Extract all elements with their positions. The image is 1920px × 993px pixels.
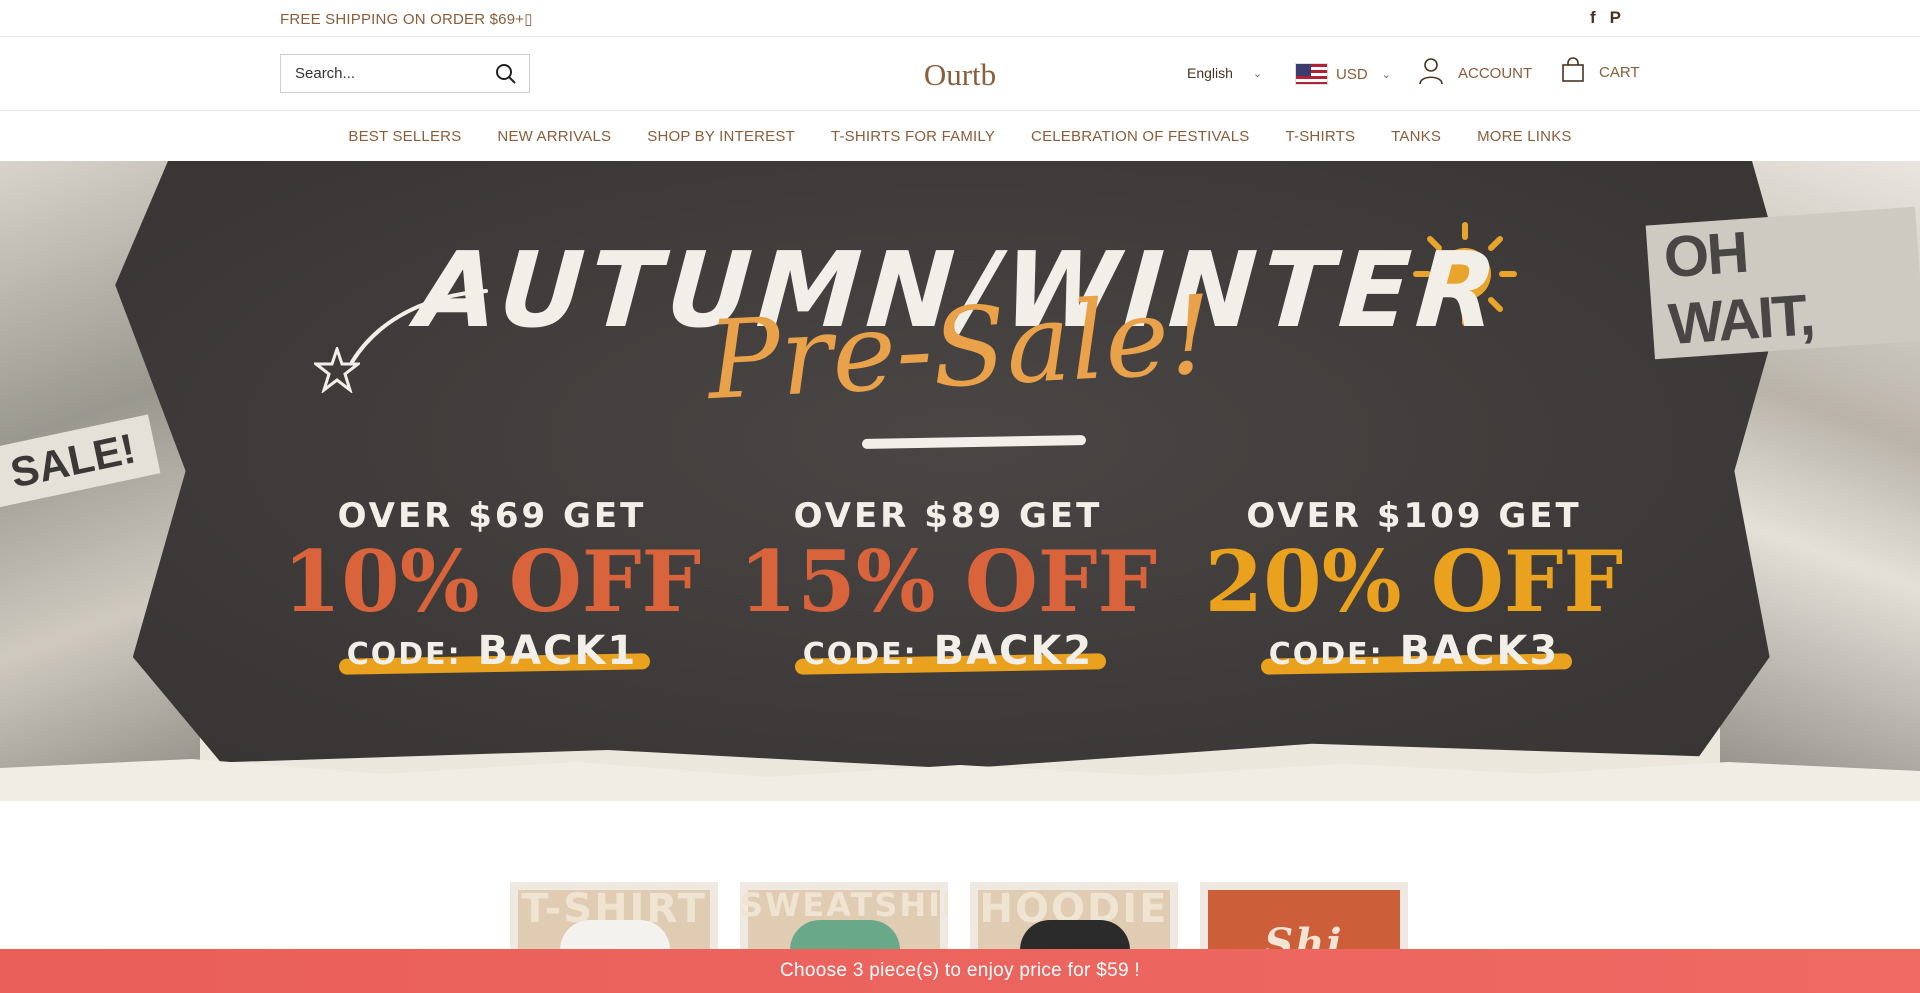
nav-item-celebration-of-festivals[interactable]: CELEBRATION OF FESTIVALS: [1031, 128, 1249, 145]
announcement-bar: FREE SHIPPING ON ORDER $69+▯ f P: [0, 0, 1920, 37]
pinterest-icon[interactable]: P: [1610, 8, 1621, 28]
nav-item-more-links[interactable]: MORE LINKS: [1477, 128, 1572, 145]
chevron-down-icon: ⌄: [1381, 68, 1391, 81]
user-icon: [1418, 57, 1444, 89]
main-nav: BEST SELLERS NEW ARRIVALS SHOP BY INTERE…: [0, 111, 1920, 161]
offer-threshold: OVER $89 GET: [793, 496, 1103, 536]
cart-label: CART: [1599, 63, 1640, 81]
account-label: ACCOUNT: [1458, 64, 1533, 82]
language-label: English: [1187, 65, 1233, 81]
offer-2: OVER $89 GET 15% OFF CODE: BACK2: [738, 496, 1158, 675]
offer-1: OVER $69 GET 10% OFF CODE: BACK1: [282, 496, 702, 675]
site-header: Ourtb English ⌄ USD ⌄ ACCOUNT CART: [0, 37, 1920, 111]
offer-code-prefix: CODE:: [1268, 637, 1384, 672]
currency-selector[interactable]: USD ⌄: [1295, 63, 1391, 85]
chevron-down-icon: ⌄: [1252, 67, 1263, 80]
nav-item-shop-by-interest[interactable]: SHOP BY INTEREST: [647, 128, 795, 145]
nav-item-new-arrivals[interactable]: NEW ARRIVALS: [497, 128, 611, 145]
language-selector[interactable]: English ⌄: [1187, 65, 1262, 81]
offer-threshold: OVER $109 GET: [1246, 496, 1582, 536]
offer-code-value: BACK1: [477, 628, 638, 674]
offer-discount: 10% OFF: [282, 532, 702, 631]
social-links: f P: [1590, 8, 1621, 28]
offer-code-value: BACK3: [1399, 628, 1560, 674]
offer-code-prefix: CODE:: [346, 637, 462, 672]
cart-link[interactable]: CART: [1561, 57, 1640, 87]
promo-bar[interactable]: Choose 3 piece(s) to enjoy price for $59…: [0, 949, 1920, 993]
offer-discount: 20% OFF: [1204, 532, 1624, 631]
nav-item-best-sellers[interactable]: BEST SELLERS: [348, 128, 461, 145]
free-shipping-text: FREE SHIPPING ON ORDER $69+▯: [280, 11, 533, 28]
nav-item-t-shirts[interactable]: T-SHIRTS: [1286, 128, 1356, 145]
currency-label: USD: [1336, 65, 1368, 83]
offer-threshold: OVER $69 GET: [337, 496, 647, 536]
nav-item-tanks[interactable]: TANKS: [1391, 128, 1441, 145]
offer-code: CODE: BACK1: [338, 628, 650, 675]
facebook-icon[interactable]: f: [1590, 8, 1596, 28]
offer-code: CODE: BACK2: [794, 628, 1106, 675]
shopping-bag-icon: [1561, 57, 1585, 87]
offer-code-value: BACK2: [933, 628, 1094, 674]
promo-bar-text: Choose 3 piece(s) to enjoy price for $59…: [779, 960, 1141, 981]
account-link[interactable]: ACCOUNT: [1418, 57, 1532, 89]
nav-item-t-shirts-for-family[interactable]: T-SHIRTS FOR FAMILY: [831, 128, 995, 145]
offer-code-prefix: CODE:: [802, 637, 918, 672]
offer-code: CODE: BACK3: [1260, 628, 1572, 675]
offer-discount: 15% OFF: [738, 532, 1158, 631]
hero-banner[interactable]: SALE! OH WAIT, AUTUMN/WINTER Pre-Sale! O…: [0, 161, 1920, 801]
us-flag-icon: [1295, 63, 1328, 85]
category-label: SWEATSHIRT: [740, 886, 948, 924]
offer-3: OVER $109 GET 20% OFF CODE: BACK3: [1204, 496, 1624, 675]
